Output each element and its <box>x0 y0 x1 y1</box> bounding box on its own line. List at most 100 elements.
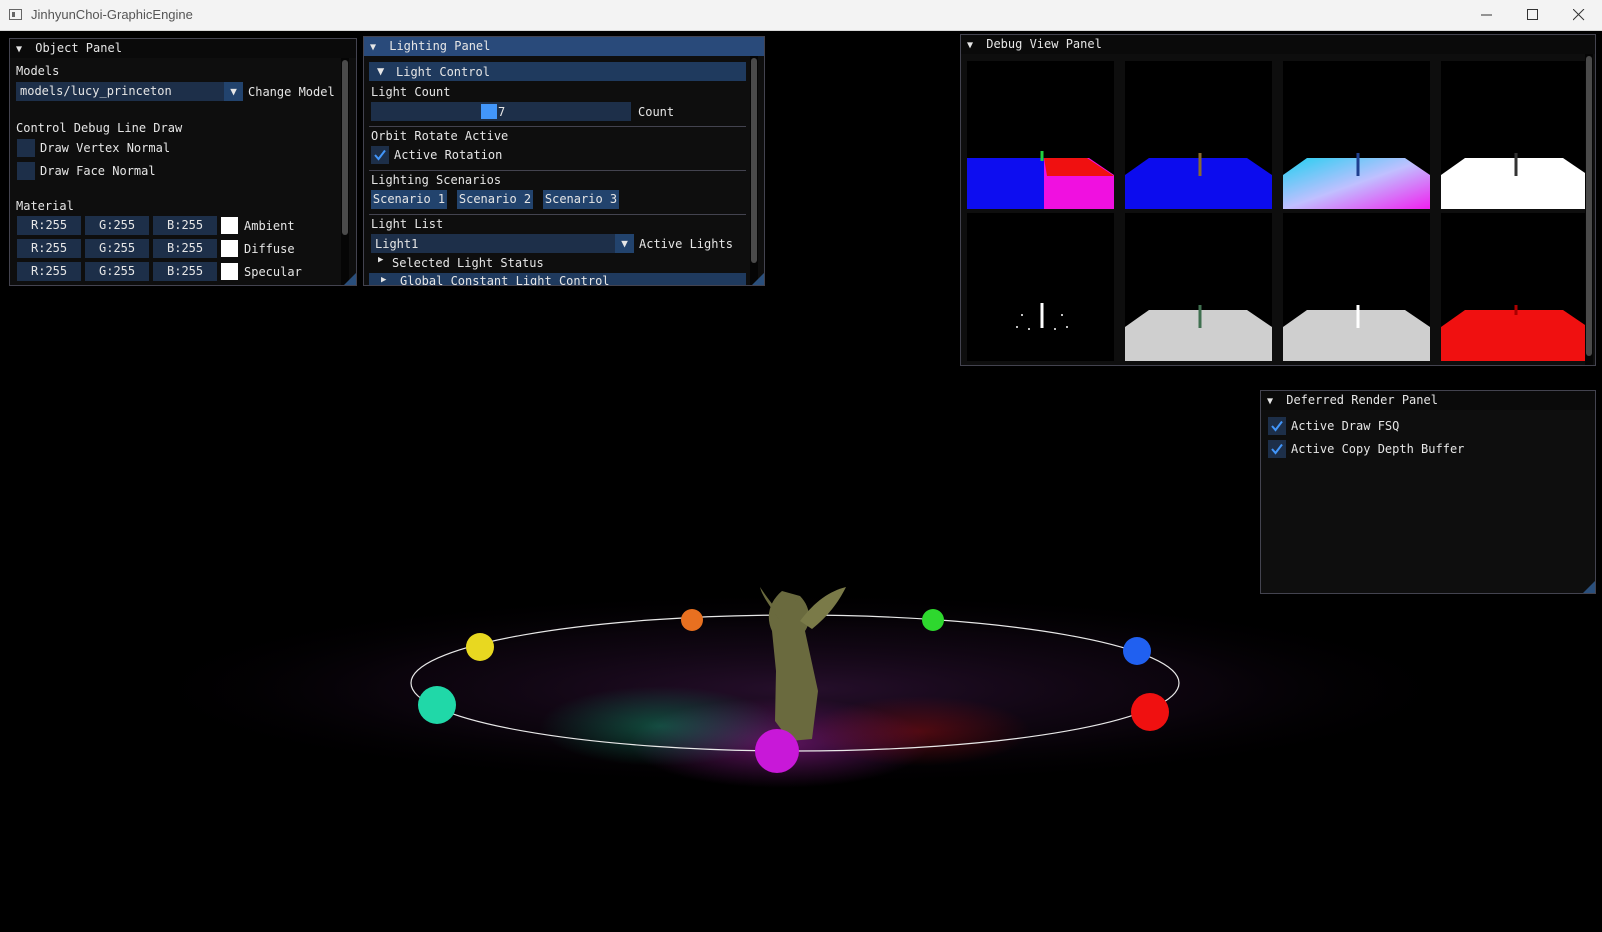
active-draw-fsq-checkbox[interactable] <box>1268 417 1286 435</box>
active-copy-depth-checkbox[interactable] <box>1268 440 1286 458</box>
debug-view-scroll-thumb[interactable] <box>1586 56 1592 356</box>
close-icon <box>1573 9 1585 21</box>
debug-view-scrollbar[interactable] <box>1585 54 1593 365</box>
lighting-panel[interactable]: ▼ Lighting Panel ▼ Light Control Light C… <box>363 36 765 286</box>
maximize-icon <box>1527 9 1538 20</box>
ambient-b-input[interactable]: B:255 <box>153 216 217 235</box>
object-panel-titlebar[interactable]: ▼ Object Panel <box>10 39 356 58</box>
debug-buffer-view <box>967 213 1114 361</box>
expand-arrow-icon[interactable]: ▶ <box>378 255 383 265</box>
specular-color-swatch[interactable] <box>221 263 238 280</box>
lighting-panel-scrollbar[interactable] <box>750 56 758 285</box>
light-list-combo[interactable]: Light1 <box>371 234 615 253</box>
collapse-arrow-icon[interactable]: ▼ <box>370 38 382 57</box>
light-control-header[interactable]: ▼ Light Control <box>369 62 746 81</box>
deferred-render-panel-title: Deferred Render Panel <box>1286 393 1438 407</box>
separator <box>369 214 746 215</box>
ambient-g-value: G:255 <box>99 218 136 232</box>
specular-b-input[interactable]: B:255 <box>153 262 217 281</box>
debug-view-panel[interactable]: ▼ Debug View Panel <box>960 34 1596 366</box>
debug-view-panel-titlebar[interactable]: ▼ Debug View Panel <box>961 35 1595 54</box>
floor-glow-teal <box>540 686 780 766</box>
light-orb-blue[interactable] <box>1123 637 1151 665</box>
scenario-3-button[interactable]: Scenario 3 <box>543 190 619 209</box>
active-copy-depth-label: Active Copy Depth Buffer <box>1291 442 1465 456</box>
close-button[interactable] <box>1556 0 1602 30</box>
separator <box>369 170 746 171</box>
debug-buffer-view <box>1441 61 1588 209</box>
light-orb-green[interactable] <box>922 609 944 631</box>
light-list-value: Light1 <box>375 237 419 251</box>
scenario-2-button[interactable]: Scenario 2 <box>457 190 533 209</box>
object-panel-scroll-thumb[interactable] <box>342 60 348 235</box>
light-list-label: Light List <box>371 217 444 231</box>
light-orb-orange[interactable] <box>681 609 703 631</box>
diffuse-b-input[interactable]: B:255 <box>153 239 217 258</box>
models-label: Models <box>16 64 60 78</box>
selected-light-status-label[interactable]: Selected Light Status <box>392 256 544 270</box>
specular-r-value: R:255 <box>31 264 68 278</box>
light-count-slider[interactable]: 7 <box>371 102 631 121</box>
object-panel-scrollbar[interactable] <box>341 58 349 285</box>
model-combo-arrow[interactable]: ▼ <box>224 82 243 101</box>
active-rotation-checkbox[interactable] <box>371 146 389 164</box>
global-light-control-header[interactable]: ▶ Global Constant Light Control <box>369 273 746 286</box>
draw-vertex-normal-checkbox[interactable] <box>17 139 35 157</box>
debug-buffer-view <box>1125 61 1272 209</box>
active-draw-fsq-label: Active Draw FSQ <box>1291 419 1400 433</box>
model-combo[interactable]: models/lucy_princeton <box>16 82 224 101</box>
diffuse-color-swatch[interactable] <box>221 240 238 257</box>
debug-buffer-view <box>1125 213 1272 361</box>
global-light-control-label: Global Constant Light Control <box>400 274 610 286</box>
resize-grip[interactable] <box>1583 581 1595 593</box>
lighting-scenarios-label: Lighting Scenarios <box>371 173 502 187</box>
ambient-b-value: B:255 <box>167 218 204 232</box>
light-count-slider-grab[interactable] <box>481 104 497 119</box>
lighting-panel-scroll-thumb[interactable] <box>751 58 757 263</box>
light-count-label: Light Count <box>371 85 451 99</box>
material-label: Material <box>16 199 74 213</box>
specular-g-input[interactable]: G:255 <box>85 262 149 281</box>
debug-buffer-view <box>1283 213 1430 361</box>
collapse-arrow-icon[interactable]: ▼ <box>1267 392 1279 411</box>
count-label: Count <box>638 105 675 119</box>
diffuse-r-input[interactable]: R:255 <box>17 239 81 258</box>
light-orb-red[interactable] <box>1131 693 1169 731</box>
object-panel[interactable]: ▼ Object Panel Models models/lucy_prince… <box>9 38 357 286</box>
collapse-arrow-icon[interactable]: ▼ <box>16 40 28 59</box>
model-combo-value: models/lucy_princeton <box>20 84 172 98</box>
ambient-r-input[interactable]: R:255 <box>17 216 81 235</box>
ambient-color-swatch[interactable] <box>221 217 238 234</box>
ambient-r-value: R:255 <box>31 218 68 232</box>
diffuse-r-value: R:255 <box>31 241 68 255</box>
light-orb-magenta[interactable] <box>755 729 799 773</box>
ambient-g-input[interactable]: G:255 <box>85 216 149 235</box>
maximize-button[interactable] <box>1510 0 1556 30</box>
check-icon <box>1271 420 1283 432</box>
specular-label: Specular <box>244 265 302 279</box>
debug-view-panel-title: Debug View Panel <box>986 37 1102 51</box>
light-orb-teal[interactable] <box>418 686 456 724</box>
diffuse-g-input[interactable]: G:255 <box>85 239 149 258</box>
object-panel-title: Object Panel <box>35 41 122 55</box>
floor-glow-red <box>810 696 1030 766</box>
resize-grip[interactable] <box>752 273 764 285</box>
minimize-button[interactable] <box>1464 0 1510 30</box>
draw-face-normal-checkbox[interactable] <box>17 162 35 180</box>
scenario-1-button[interactable]: Scenario 1 <box>371 190 447 209</box>
light-list-combo-arrow[interactable]: ▼ <box>615 234 634 253</box>
specular-r-input[interactable]: R:255 <box>17 262 81 281</box>
light-orb-yellow[interactable] <box>466 633 494 661</box>
ambient-label: Ambient <box>244 219 295 233</box>
lighting-panel-titlebar[interactable]: ▼ Lighting Panel <box>364 37 764 56</box>
deferred-render-panel[interactable]: ▼ Deferred Render Panel Active Draw FSQ … <box>1260 390 1596 594</box>
debug-buffer-view <box>1441 213 1588 361</box>
light-control-label: Light Control <box>396 65 490 79</box>
deferred-render-panel-titlebar[interactable]: ▼ Deferred Render Panel <box>1261 391 1595 410</box>
resize-grip[interactable] <box>344 273 356 285</box>
separator <box>369 126 746 127</box>
active-rotation-label: Active Rotation <box>394 148 503 162</box>
check-icon <box>374 149 386 161</box>
active-lights-label: Active Lights <box>639 237 733 251</box>
collapse-arrow-icon[interactable]: ▼ <box>967 36 979 55</box>
